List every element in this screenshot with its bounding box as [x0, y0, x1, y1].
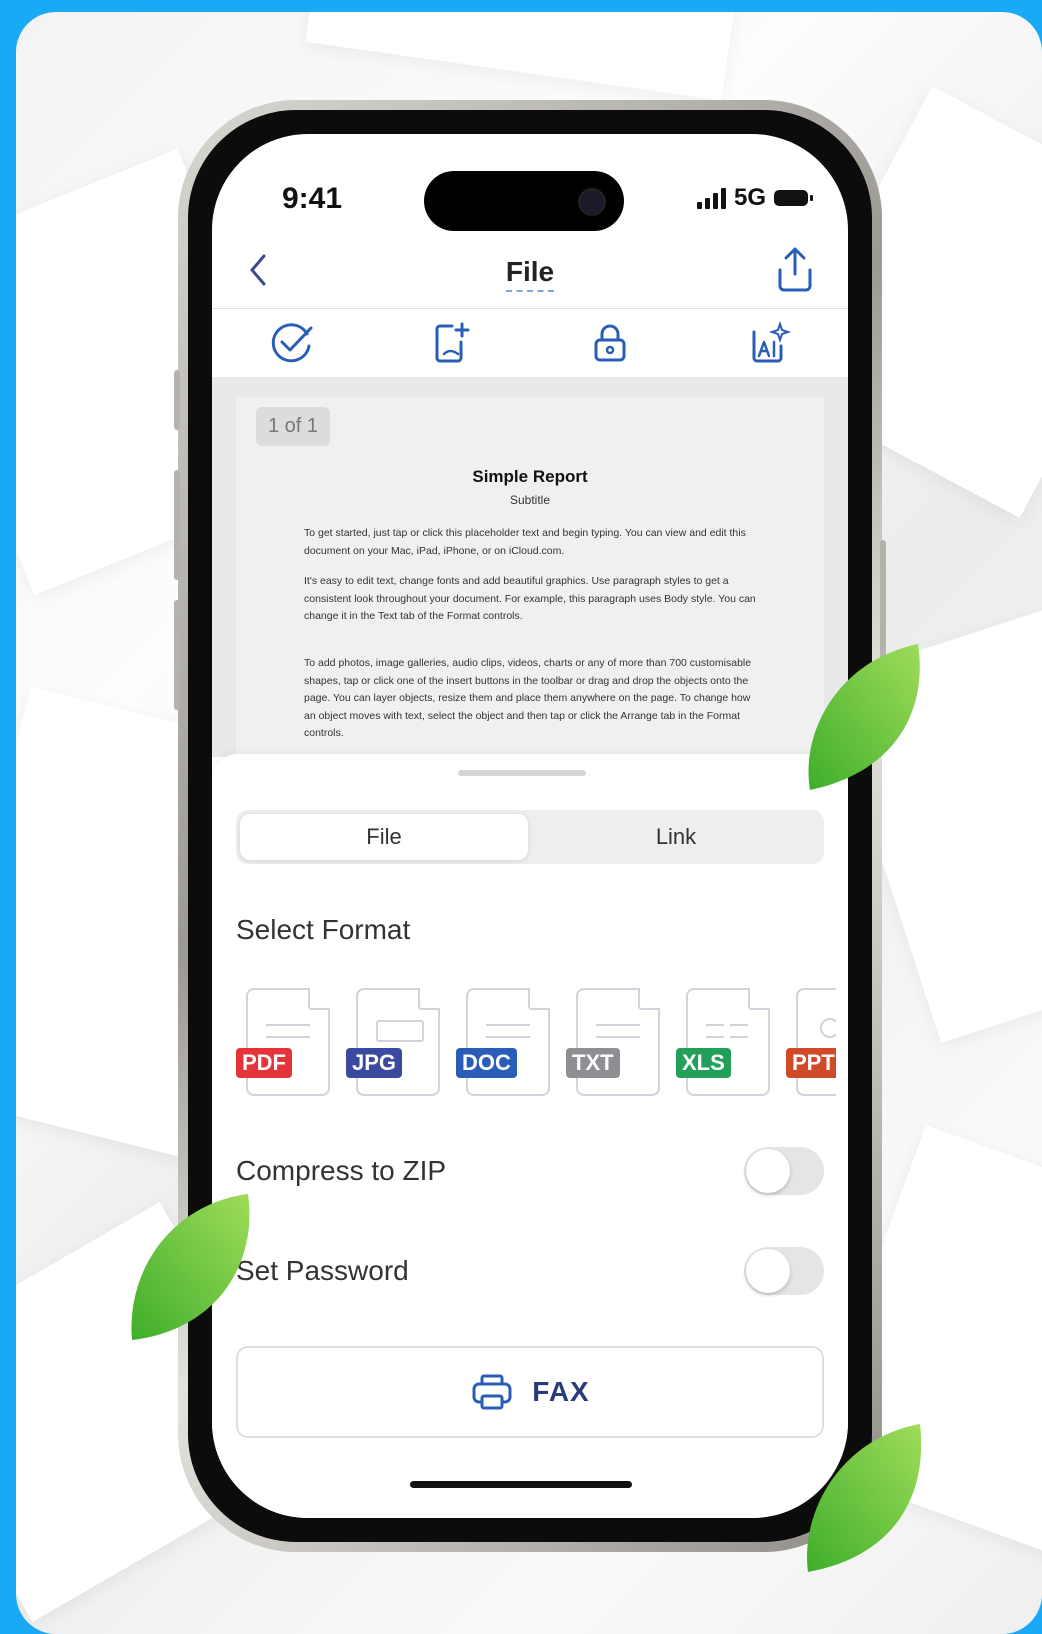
file-icon	[576, 988, 660, 1096]
format-pdf[interactable]: PDF	[236, 986, 332, 1102]
format-list: PDF JPG DOC TXT XLS PPT	[236, 986, 836, 1102]
document-preview: 1 of 1 Simple Report Subtitle To get sta…	[212, 377, 848, 757]
format-doc[interactable]: DOC	[456, 986, 552, 1102]
format-segmented-control: File Link	[236, 810, 824, 864]
file-icon	[356, 988, 440, 1096]
add-page-icon[interactable]	[428, 320, 474, 366]
printer-icon	[472, 1374, 512, 1410]
phone-bezel: 9:41 5G File 1 of 1 Simple Report Subtit…	[188, 110, 872, 1542]
format-tag: DOC	[456, 1048, 517, 1078]
leaf-decoration	[808, 644, 920, 790]
sheet-grabber[interactable]	[458, 770, 586, 776]
compress-label: Compress to ZIP	[236, 1155, 447, 1186]
file-icon	[246, 988, 330, 1096]
file-icon	[686, 988, 770, 1096]
document-paragraph: To add photos, image galleries, audio cl…	[304, 657, 752, 739]
tab-link[interactable]: Link	[532, 814, 820, 860]
format-xls[interactable]: XLS	[676, 986, 772, 1102]
ai-sparkle-icon[interactable]	[746, 320, 792, 366]
camera-icon	[578, 188, 606, 216]
file-icon	[466, 988, 550, 1096]
phone-side-button	[174, 370, 180, 430]
document-subtitle: Subtitle	[509, 493, 551, 507]
battery-icon	[774, 190, 813, 206]
compress-toggle[interactable]	[744, 1147, 824, 1195]
tab-file[interactable]: File	[240, 814, 528, 860]
password-row: Set Password	[236, 1244, 824, 1298]
toggle-knob	[746, 1249, 790, 1293]
leaf-decoration	[131, 1194, 250, 1340]
page-title: File	[212, 256, 848, 292]
format-tag: JPG	[346, 1048, 403, 1078]
toggle-knob	[746, 1149, 790, 1193]
home-indicator	[410, 1481, 632, 1488]
format-tag: PDF	[236, 1048, 292, 1078]
select-format-label: Select Format	[236, 914, 411, 945]
phone-side-button	[174, 600, 180, 710]
document-page: 1 of 1 Simple Report Subtitle To get sta…	[236, 397, 824, 757]
format-tag: XLS	[676, 1048, 731, 1078]
phone-side-button	[174, 470, 180, 580]
dynamic-island	[424, 171, 624, 231]
network-label: 5G	[733, 184, 766, 211]
format-ppt[interactable]: PPT	[786, 986, 836, 1102]
signal-icon	[696, 187, 726, 209]
fax-button[interactable]: FAX	[236, 1346, 824, 1438]
phone-screen: 9:41 5G File 1 of 1 Simple Report Subtit…	[212, 134, 848, 1518]
password-toggle[interactable]	[744, 1247, 824, 1295]
page-title-text: File	[505, 256, 555, 292]
share-sheet: File Link Select Format PDF JPG DOC TXT …	[212, 754, 848, 1518]
leaf-decoration	[807, 1424, 922, 1572]
document-title: Simple Report	[472, 467, 588, 486]
document-paragraph: It's easy to edit text, change fonts and…	[304, 575, 756, 622]
status-indicators: 5G	[696, 184, 813, 212]
format-tag: PPT	[786, 1048, 836, 1078]
format-jpg[interactable]: JPG	[346, 986, 442, 1102]
document-toolbar	[212, 309, 848, 377]
share-icon[interactable]	[772, 244, 818, 294]
format-txt[interactable]: TXT	[566, 986, 662, 1102]
file-icon	[796, 988, 836, 1096]
compress-row: Compress to ZIP	[236, 1144, 824, 1198]
phone-frame: 9:41 5G File 1 of 1 Simple Report Subtit…	[174, 100, 886, 1552]
format-tag: TXT	[566, 1048, 620, 1078]
navigation-bar: File	[212, 234, 848, 309]
paper-decoration	[305, 12, 747, 101]
document-paragraph: To get started, just tap or click this p…	[304, 527, 746, 557]
password-label: Set Password	[236, 1255, 409, 1286]
page-indicator: 1 of 1	[256, 407, 331, 446]
status-time: 9:41	[282, 182, 343, 215]
fax-label: FAX	[532, 1376, 590, 1407]
lock-icon[interactable]	[587, 320, 633, 366]
check-circle-icon[interactable]	[269, 320, 315, 366]
